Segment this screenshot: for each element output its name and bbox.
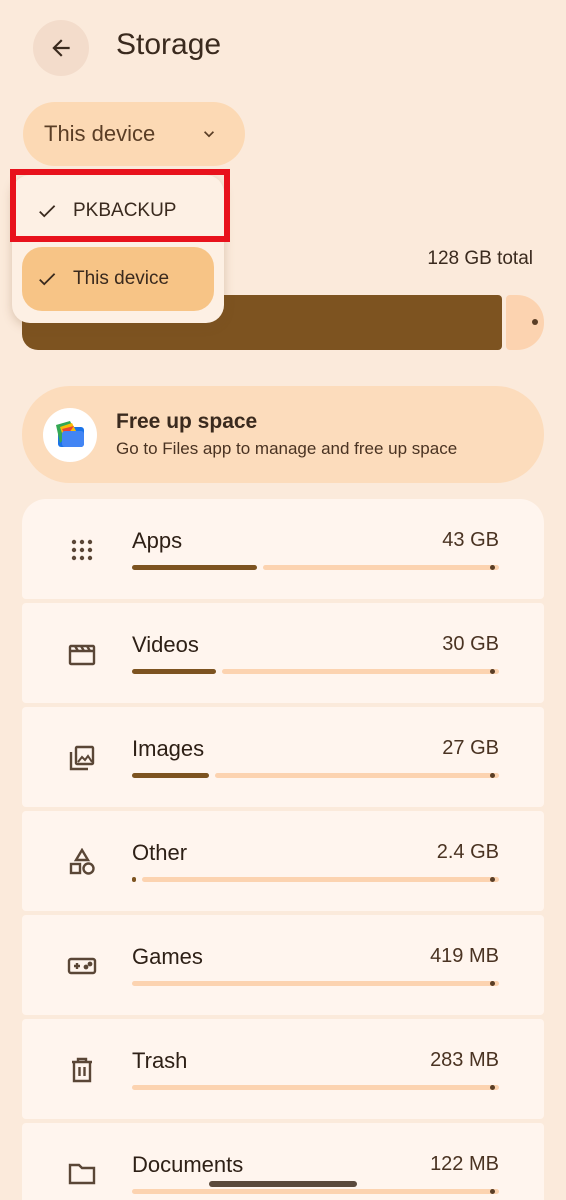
category-bar <box>132 1189 499 1194</box>
category-bar-used <box>132 669 216 674</box>
category-bar <box>132 1085 499 1090</box>
storage-total: 128 GB total <box>427 248 533 269</box>
category-size: 30 GB <box>442 633 499 655</box>
category-bar-end-dot <box>490 773 495 778</box>
category-bar-end-dot <box>490 669 495 674</box>
category-bar-rest <box>132 1085 499 1090</box>
category-bar-used <box>132 773 209 778</box>
shapes-icon <box>67 847 97 877</box>
category-name: Videos <box>132 632 199 657</box>
free-up-space-subtitle: Go to Files app to manage and free up sp… <box>116 439 458 458</box>
apps-grid-icon <box>67 535 97 565</box>
category-bar-rest <box>215 773 499 778</box>
category-bar-used <box>132 565 257 570</box>
category-size: 2.4 GB <box>436 841 499 863</box>
category-bar-end-dot <box>490 981 495 986</box>
free-up-space-title: Free up space <box>116 410 258 433</box>
category-name: Other <box>132 840 188 865</box>
category-name: Images <box>132 736 205 761</box>
menu-item-pkbackup[interactable]: PKBACKUP <box>22 179 214 243</box>
category-bar-end-dot <box>490 1189 495 1194</box>
category-videos[interactable]: Videos 30 GB <box>22 603 544 703</box>
category-bar-rest <box>132 981 499 986</box>
category-bar <box>132 565 499 570</box>
photo-library-icon <box>67 743 97 773</box>
page-title: Storage <box>116 28 222 61</box>
category-size: 43 GB <box>442 529 499 551</box>
device-dropdown[interactable]: This device <box>23 102 245 166</box>
category-bar <box>132 773 499 778</box>
category-bar-end-dot <box>490 1085 495 1090</box>
category-documents[interactable]: Documents 122 MB <box>22 1123 544 1200</box>
device-menu: PKBACKUP This device <box>12 175 224 323</box>
menu-item-this-device[interactable]: This device <box>22 247 214 311</box>
category-bar-rest <box>142 877 499 882</box>
menu-item-label: PKBACKUP <box>73 200 177 221</box>
category-size: 283 MB <box>430 1049 499 1071</box>
category-bar-end-dot <box>490 565 495 570</box>
category-apps[interactable]: Apps 43 GB <box>22 499 544 599</box>
category-size: 122 MB <box>430 1153 499 1175</box>
arrow-back-icon <box>52 39 70 57</box>
category-bar <box>132 877 499 882</box>
category-size: 27 GB <box>442 737 499 759</box>
category-bar-rest <box>263 565 499 570</box>
category-trash[interactable]: Trash 283 MB <box>22 1019 544 1119</box>
usage-end-dot <box>532 319 538 325</box>
back-button[interactable] <box>33 20 89 76</box>
files-app-icon <box>43 407 97 462</box>
category-bar-rest <box>132 1189 499 1194</box>
check-icon <box>36 268 58 290</box>
menu-item-label: This device <box>73 268 170 289</box>
movie-clapper-icon <box>67 639 97 669</box>
gamepad-icon <box>67 951 97 981</box>
category-games[interactable]: Games 419 MB <box>22 915 544 1015</box>
free-up-space-card[interactable]: Free up space Go to Files app to manage … <box>22 386 544 483</box>
category-images[interactable]: Images 27 GB <box>22 707 544 807</box>
gesture-home-bar[interactable] <box>209 1181 357 1187</box>
chevron-down-icon <box>199 124 219 144</box>
storage-free-segment <box>506 295 544 350</box>
storage-screen: Storage This device 128 GB total PKBACKU… <box>0 0 566 1200</box>
category-bar-end-dot <box>490 877 495 882</box>
category-name: Apps <box>132 528 183 553</box>
check-icon <box>36 200 58 222</box>
category-bar-rest <box>222 669 499 674</box>
category-bar <box>132 669 499 674</box>
category-size: 419 MB <box>430 945 499 967</box>
category-other[interactable]: Other 2.4 GB <box>22 811 544 911</box>
category-name: Games <box>132 944 203 969</box>
trash-icon <box>67 1055 97 1085</box>
category-bar-used <box>132 877 136 882</box>
device-dropdown-label: This device <box>44 121 156 146</box>
category-name: Documents <box>132 1152 244 1177</box>
category-bar <box>132 981 499 986</box>
folder-icon <box>67 1159 97 1189</box>
category-name: Trash <box>132 1048 188 1073</box>
